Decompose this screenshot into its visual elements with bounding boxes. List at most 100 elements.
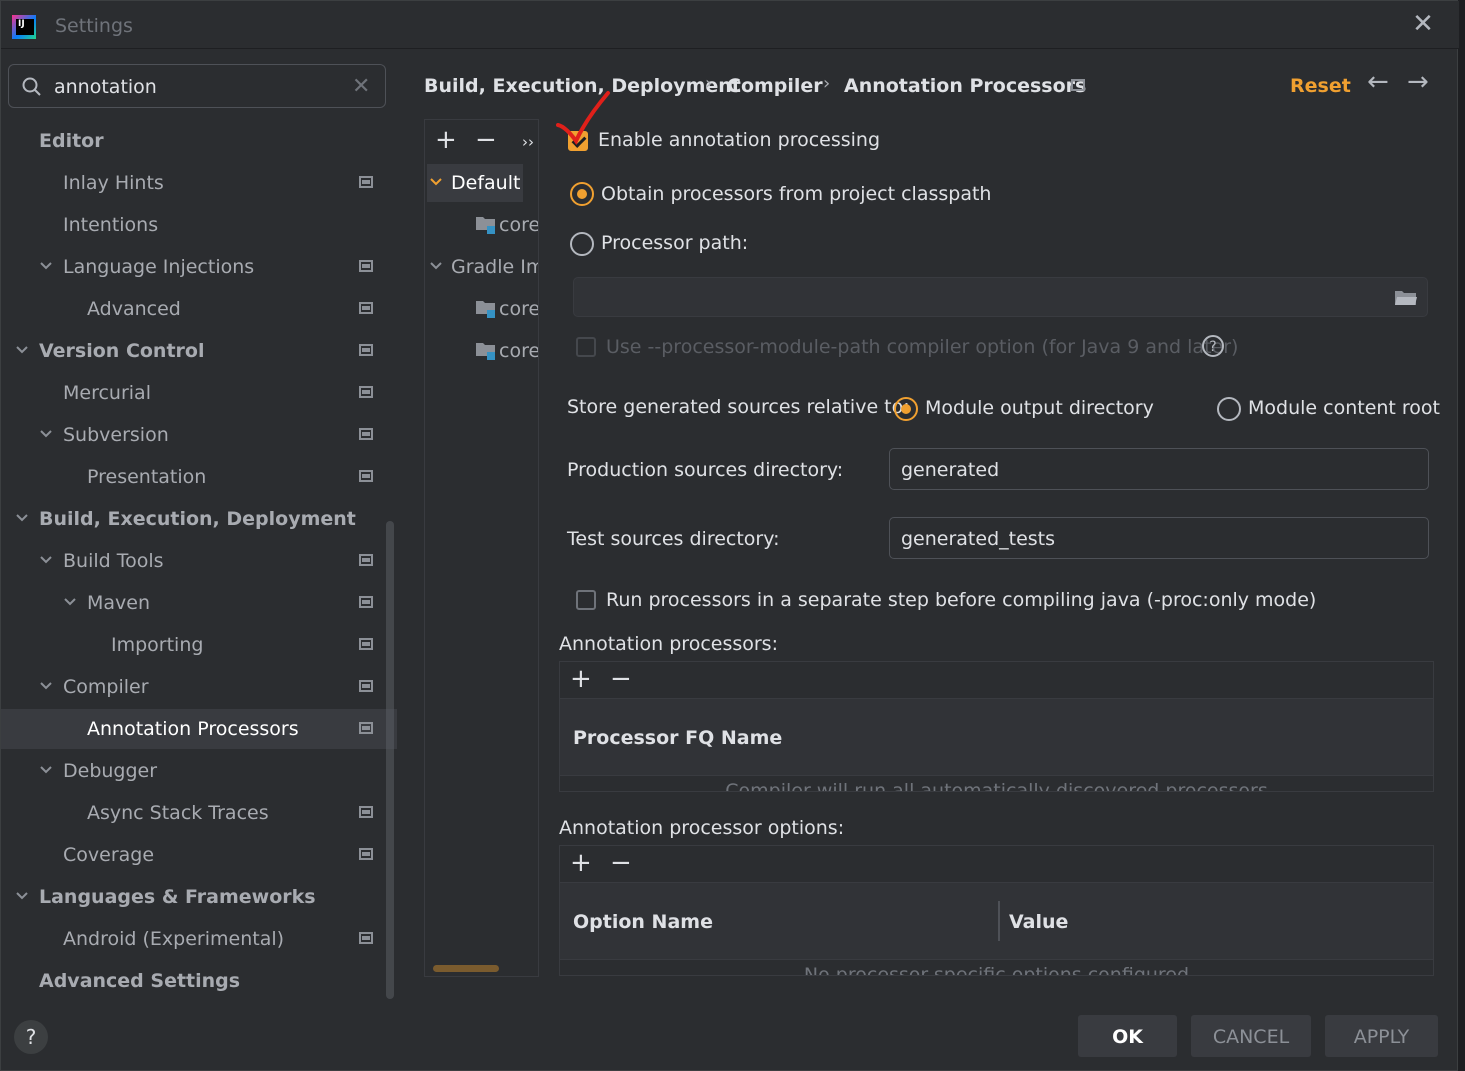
chevron-down-icon[interactable]	[39, 427, 53, 441]
add-processor-button[interactable]: +	[570, 664, 592, 694]
chevron-down-icon[interactable]	[39, 259, 53, 273]
profile-group[interactable]: Gradle Imp	[427, 248, 538, 286]
tree-item-coverage[interactable]: Coverage	[1, 835, 397, 875]
value-header[interactable]: Value	[1009, 911, 1068, 933]
test-sources-label: Test sources directory:	[567, 528, 780, 550]
cancel-button[interactable]: CANCEL	[1191, 1015, 1311, 1057]
store-generated-label: Store generated sources relative to:	[567, 396, 910, 418]
tree-item-language-injections[interactable]: Language Injections	[1, 247, 397, 287]
tree-item-compiler[interactable]: Compiler	[1, 667, 397, 707]
profile-label: core	[499, 340, 539, 362]
chevron-down-icon[interactable]	[39, 553, 53, 567]
tree-item-android-experimental[interactable]: Android (Experimental)	[1, 919, 397, 959]
chevron-down-icon[interactable]	[63, 595, 77, 609]
more-actions-icon[interactable]: ››	[522, 128, 534, 156]
ok-button[interactable]: OK	[1078, 1015, 1177, 1057]
folder-browse-icon[interactable]	[1394, 289, 1418, 307]
project-scope-icon	[359, 302, 373, 314]
module-path-label: Use --processor-module-path compiler opt…	[606, 336, 1239, 358]
search-input[interactable]	[54, 75, 344, 99]
help-button[interactable]: ?	[14, 1020, 48, 1054]
run-separate-step-label: Run processors in a separate step before…	[606, 589, 1317, 611]
chevron-down-icon[interactable]	[39, 763, 53, 777]
breadcrumb-item-compiler[interactable]: Compiler	[727, 75, 823, 97]
chevron-down-icon[interactable]	[15, 889, 29, 903]
reset-link[interactable]: Reset	[1290, 75, 1351, 97]
chevron-down-icon[interactable]	[39, 679, 53, 693]
tree-item-annotation-processors[interactable]: Annotation Processors	[1, 709, 397, 749]
chevron-down-icon[interactable]	[15, 343, 29, 357]
options-empty-text: No processor-specific options configured	[803, 964, 1190, 976]
module-output-label: Module output directory	[925, 397, 1154, 419]
project-scope-icon	[359, 260, 373, 272]
apply-button[interactable]: APPLY	[1325, 1015, 1438, 1057]
module-path-checkbox[interactable]	[576, 337, 596, 357]
test-sources-field[interactable]: generated_tests	[889, 517, 1429, 559]
processor-fq-name-header[interactable]: Processor FQ Name	[573, 727, 782, 749]
back-arrow-icon[interactable]: ←	[1367, 67, 1389, 97]
tree-item-debugger[interactable]: Debugger	[1, 751, 397, 791]
profile-module[interactable]: core	[471, 332, 539, 370]
table-header: Processor FQ Name	[560, 698, 1433, 776]
tree-item-build-execution-deployment[interactable]: Build, Execution, Deployment	[1, 499, 397, 539]
module-output-radio[interactable]	[894, 397, 918, 421]
module-content-root-radio[interactable]	[1217, 397, 1241, 421]
add-profile-button[interactable]: +	[435, 126, 457, 154]
tree-item-advanced[interactable]: Advanced	[1, 289, 397, 329]
module-folder-icon	[476, 343, 495, 360]
chevron-down-icon[interactable]	[429, 175, 443, 189]
processor-path-label: Processor path:	[601, 232, 749, 254]
processor-options-title: Annotation processor options:	[559, 817, 845, 839]
clear-search-icon[interactable]: ✕	[352, 74, 370, 99]
close-icon[interactable]: ✕	[1409, 11, 1437, 39]
tree-item-intentions[interactable]: Intentions	[1, 205, 397, 245]
chevron-down-icon[interactable]	[15, 511, 29, 525]
tree-item-version-control[interactable]: Version Control	[1, 331, 397, 371]
tree-item-label: Async Stack Traces	[87, 802, 269, 824]
project-scope-icon	[359, 344, 373, 356]
tree-item-label: Compiler	[63, 676, 149, 698]
forward-arrow-icon[interactable]: →	[1407, 67, 1429, 97]
tree-item-subversion[interactable]: Subversion	[1, 415, 397, 455]
profile-group[interactable]: Default	[427, 164, 523, 202]
profile-module[interactable]: core	[471, 290, 538, 328]
settings-search[interactable]: ✕	[8, 64, 386, 108]
tree-item-editor[interactable]: Editor	[1, 121, 397, 161]
production-sources-field[interactable]: generated	[889, 448, 1429, 490]
title-bar: Settings ✕	[1, 1, 1459, 49]
profile-label: Default	[451, 172, 521, 194]
run-separate-step-checkbox[interactable]	[576, 590, 596, 610]
tree-item-label: Languages & Frameworks	[39, 886, 316, 908]
processor-path-field[interactable]	[573, 277, 1428, 317]
column-divider[interactable]	[998, 901, 1000, 941]
tree-item-inlay-hints[interactable]: Inlay Hints	[1, 163, 397, 203]
add-option-button[interactable]: +	[570, 848, 592, 878]
table-toolbar: + −	[560, 846, 1433, 882]
project-scope-icon	[359, 176, 373, 188]
tree-item-presentation[interactable]: Presentation	[1, 457, 397, 497]
profile-module[interactable]: core	[471, 206, 538, 244]
tree-item-build-tools[interactable]: Build Tools	[1, 541, 397, 581]
remove-processor-button[interactable]: −	[610, 664, 632, 694]
help-question-icon[interactable]: ?	[1201, 334, 1225, 358]
remove-profile-button[interactable]: −	[475, 126, 497, 154]
tree-item-mercurial[interactable]: Mercurial	[1, 373, 397, 413]
tree-item-async-stack-traces[interactable]: Async Stack Traces	[1, 793, 397, 833]
tree-item-label: Intentions	[63, 214, 159, 236]
settings-dialog: Settings ✕ ✕ Editor Inlay Hints Intentions…	[0, 0, 1459, 1071]
project-scope-icon	[359, 848, 373, 860]
chevron-down-icon[interactable]	[429, 259, 443, 273]
processor-path-radio[interactable]	[570, 232, 594, 256]
tree-item-advanced-settings[interactable]: Advanced Settings	[1, 961, 397, 1001]
tree-item-importing[interactable]: Importing	[1, 625, 397, 665]
remove-option-button[interactable]: −	[610, 848, 632, 878]
search-icon	[22, 77, 41, 96]
tree-item-languages-frameworks[interactable]: Languages & Frameworks	[1, 877, 397, 917]
enable-annotation-label: Enable annotation processing	[598, 129, 881, 151]
option-name-header[interactable]: Option Name	[573, 911, 713, 933]
production-sources-value: generated	[901, 459, 1000, 481]
tree-item-maven[interactable]: Maven	[1, 583, 397, 623]
obtain-from-classpath-radio[interactable]	[570, 182, 594, 206]
tree-scrollbar[interactable]	[386, 521, 394, 999]
profiles-hscrollbar[interactable]	[433, 965, 499, 972]
